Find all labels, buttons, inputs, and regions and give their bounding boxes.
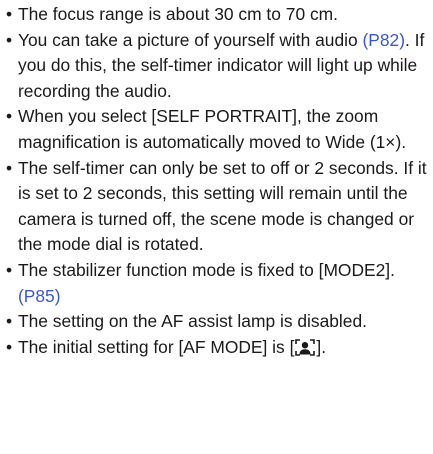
item-text: The setting on the AF assist lamp is dis…	[18, 311, 367, 332]
page-reference-link-p82[interactable]: (P82)	[362, 30, 405, 50]
item-text: When you select [SELF PORTRAIT], the zoo…	[18, 106, 407, 152]
list-item: • The self-timer can only be set to off …	[6, 156, 429, 258]
list-item: • The stabilizer function mode is fixed …	[6, 258, 429, 309]
page-reference-link-p85[interactable]: (P85)	[18, 286, 61, 306]
item-text: ].	[316, 336, 327, 357]
face-detection-icon	[295, 338, 316, 364]
bullet-dot: •	[6, 157, 13, 178]
manual-page: • The focus range is about 30 cm to 70 c…	[0, 0, 433, 454]
list-item: • You can take a picture of yourself wit…	[6, 28, 429, 105]
bullet-dot: •	[6, 29, 13, 50]
bullet-list: • The focus range is about 30 cm to 70 c…	[6, 2, 429, 363]
item-text: The initial setting for [AF MODE] is [	[18, 336, 295, 357]
list-item: • The setting on the AF assist lamp is d…	[6, 309, 429, 335]
bullet-dot: •	[6, 259, 13, 280]
bullet-dot: •	[6, 4, 13, 24]
item-text: You can take a picture of yourself with …	[18, 29, 363, 50]
list-item: • When you select [SELF PORTRAIT], the z…	[6, 104, 429, 155]
list-item: • The initial setting for [AF MODE] is […	[6, 335, 429, 364]
bullet-dot: •	[6, 106, 13, 127]
item-text: The focus range is about 30 cm to 70 cm.	[18, 4, 338, 24]
bullet-dot: •	[6, 311, 13, 332]
item-text: The stabilizer function mode is fixed to…	[18, 259, 395, 280]
bullet-dot: •	[6, 336, 13, 357]
item-text: The self-timer can only be set to off or…	[18, 157, 427, 255]
list-item: • The focus range is about 30 cm to 70 c…	[6, 2, 429, 28]
